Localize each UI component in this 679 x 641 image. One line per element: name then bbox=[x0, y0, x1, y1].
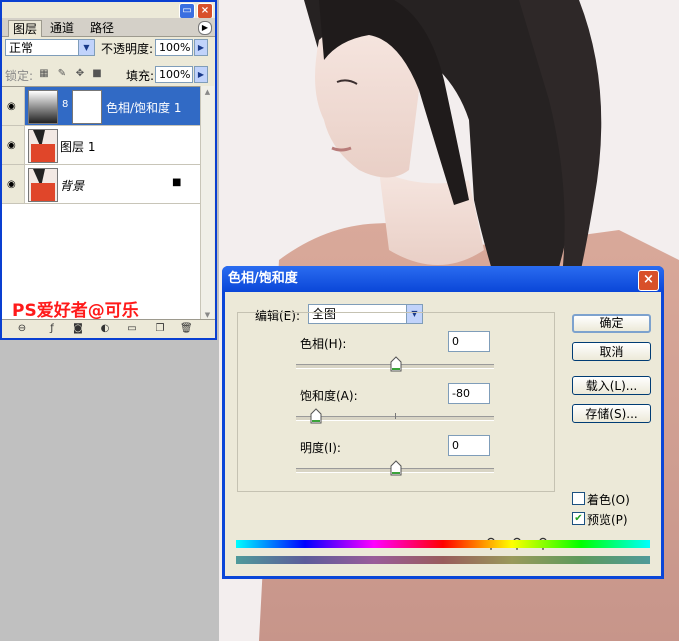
layer-thumbnail bbox=[28, 129, 58, 163]
layer-name: 图层 1 bbox=[60, 140, 96, 154]
opacity-input[interactable]: 100% bbox=[155, 39, 193, 56]
new-layer-icon[interactable]: ❐ bbox=[154, 323, 166, 335]
lock-transparency-icon[interactable]: ▦ bbox=[39, 69, 49, 79]
fill-input[interactable]: 100% bbox=[155, 66, 193, 83]
saturation-slider-thumb[interactable] bbox=[310, 408, 322, 424]
mask-thumbnail bbox=[72, 90, 102, 124]
lightness-slider-thumb[interactable] bbox=[390, 460, 402, 476]
minimize-icon[interactable]: ▭ bbox=[179, 3, 195, 19]
tab-channels[interactable]: 通道 bbox=[46, 20, 78, 36]
tab-layers[interactable]: 图层 bbox=[8, 20, 43, 37]
hue-label: 色相(H): bbox=[300, 337, 347, 351]
fill-label: 填充: bbox=[126, 69, 155, 83]
delete-layer-icon[interactable]: 🗑 bbox=[180, 323, 193, 335]
opacity-label: 不透明度: bbox=[101, 42, 154, 56]
saturation-center-tick bbox=[395, 413, 396, 419]
blend-mode-select[interactable]: 正常 ▼ bbox=[5, 39, 95, 56]
opacity-arrow-button[interactable]: ▶ bbox=[194, 39, 208, 56]
hue-slider-thumb[interactable] bbox=[390, 356, 402, 372]
load-button[interactable]: 载入(L)... bbox=[572, 376, 651, 395]
visibility-toggle[interactable]: ◉ bbox=[2, 87, 25, 125]
layers-panel: ▭ × 图层 通道 路径 ▶ 正常 ▼ 不透明度: 100% ▶ 锁定: ▦ ✎… bbox=[0, 0, 217, 340]
watermark-text: PS爱好者@可乐 bbox=[12, 301, 139, 321]
layer-background[interactable]: ◉ 背景 ■ bbox=[2, 165, 200, 204]
layer-list: ◉ 8 色相/饱和度 1 ◉ 图层 1 ◉ 背景 ■ bbox=[2, 86, 200, 323]
saturation-label: 饱和度(A): bbox=[300, 389, 358, 403]
layer-name: 背景 bbox=[60, 179, 85, 193]
blend-mode-value: 正常 bbox=[9, 41, 34, 55]
eye-icon: ◉ bbox=[7, 101, 16, 112]
adjustment-group: 色相(H): 0 饱和度(A): -80 明度(I): 0 bbox=[237, 312, 555, 492]
panel-tabs: 图层 通道 路径 ▶ bbox=[2, 18, 215, 37]
scroll-up-icon[interactable]: ▲ bbox=[201, 86, 214, 99]
visibility-toggle[interactable]: ◉ bbox=[2, 126, 25, 164]
adjustment-layer-icon[interactable]: ◐ bbox=[99, 323, 111, 335]
adjustment-thumbnail bbox=[28, 90, 58, 124]
save-button[interactable]: 存储(S)... bbox=[572, 404, 651, 423]
new-group-icon[interactable]: ▭ bbox=[126, 323, 138, 335]
chevron-down-icon: ▼ bbox=[78, 40, 94, 55]
layer-name: 色相/饱和度 1 bbox=[106, 101, 182, 115]
layer-1[interactable]: ◉ 图层 1 bbox=[2, 126, 200, 165]
layer-style-icon[interactable]: ƒ bbox=[46, 323, 58, 335]
add-mask-icon[interactable]: ◙ bbox=[72, 323, 84, 335]
layer-list-scrollbar[interactable]: ▲ ▼ bbox=[200, 86, 214, 322]
visibility-toggle[interactable]: ◉ bbox=[2, 165, 25, 203]
panel-window-controls: ▭ × bbox=[179, 3, 213, 19]
panel-footer: ⊖ ƒ ◙ ◐ ▭ ❐ 🗑 bbox=[2, 319, 215, 338]
lightness-label: 明度(I): bbox=[300, 441, 341, 455]
dialog-body: 编辑(E): 全图 ▼ 色相(H): 0 饱和度(A): -80 明度(I): … bbox=[225, 292, 661, 576]
fill-arrow-button[interactable]: ▶ bbox=[194, 66, 208, 83]
dialog-title: 色相/饱和度 bbox=[222, 266, 664, 292]
link-layers-icon[interactable]: ⊖ bbox=[16, 323, 28, 335]
lock-move-icon[interactable]: ✥ bbox=[75, 69, 85, 79]
lock-icon: ■ bbox=[172, 177, 182, 188]
saturation-input[interactable]: -80 bbox=[448, 383, 490, 404]
hue-input[interactable]: 0 bbox=[448, 331, 490, 352]
input-color-bar bbox=[236, 540, 650, 548]
eye-icon: ◉ bbox=[7, 179, 16, 190]
preview-checkbox[interactable]: ✔ bbox=[572, 512, 585, 525]
layer-hue-saturation[interactable]: ◉ 8 色相/饱和度 1 bbox=[2, 87, 200, 126]
colorize-checkbox[interactable] bbox=[572, 492, 585, 505]
close-icon[interactable]: × bbox=[638, 270, 659, 291]
lock-label: 锁定: bbox=[5, 69, 34, 83]
hue-saturation-dialog: 色相/饱和度 × 编辑(E): 全图 ▼ 色相(H): 0 饱和度(A): -8… bbox=[222, 266, 664, 579]
lock-brush-icon[interactable]: ✎ bbox=[57, 69, 67, 79]
output-color-bar bbox=[236, 556, 650, 564]
preview-label: 预览(P) bbox=[587, 513, 628, 527]
tab-paths[interactable]: 路径 bbox=[86, 20, 118, 36]
colorize-label: 着色(O) bbox=[587, 493, 630, 507]
lock-all-icon[interactable]: ■ bbox=[92, 69, 102, 79]
close-icon[interactable]: × bbox=[197, 3, 213, 19]
lightness-input[interactable]: 0 bbox=[448, 435, 490, 456]
ok-button[interactable]: 确定 bbox=[572, 314, 651, 333]
eye-icon: ◉ bbox=[7, 140, 16, 151]
layer-thumbnail bbox=[28, 168, 58, 202]
link-icon: 8 bbox=[62, 99, 69, 110]
panel-menu-icon[interactable]: ▶ bbox=[198, 21, 212, 35]
cancel-button[interactable]: 取消 bbox=[572, 342, 651, 361]
